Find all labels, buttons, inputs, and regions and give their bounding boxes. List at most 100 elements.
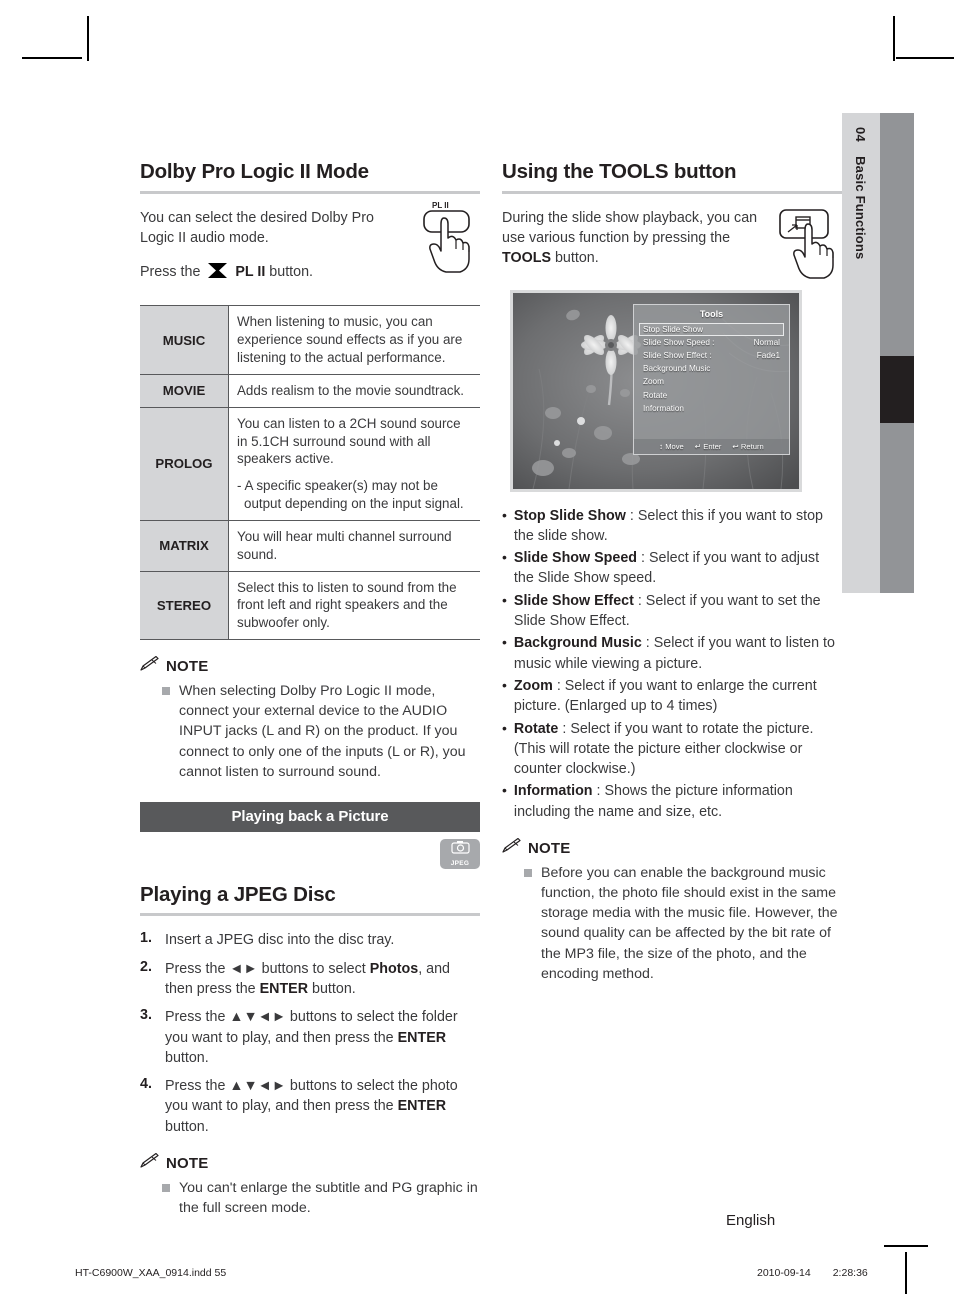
step-text-2: Press the ◄► buttons to select Photos, a… <box>165 960 450 997</box>
mode-name-3: MATRIX <box>140 520 229 572</box>
bullet-desc: : Select if you want to rotate the pictu… <box>513 720 814 778</box>
mode-desc-text-1: Adds realism to the movie soundtrack. <box>237 382 465 398</box>
mode-desc-3: You will hear multi channel surround sou… <box>228 520 480 572</box>
step-text-3: Press the ▲▼◄► buttons to select the fol… <box>165 1009 458 1066</box>
tools-item-label: Information <box>643 403 684 413</box>
return-arrow-icon: ↩ <box>732 441 739 451</box>
bullet-term: Rotate <box>513 720 559 737</box>
enter-key-icon: ↵ <box>694 441 702 451</box>
mode-name-1: MOVIE <box>140 374 229 408</box>
mode-desc-1: Adds realism to the movie soundtrack. <box>228 374 480 408</box>
step-number-4: 4. <box>140 1076 152 1093</box>
list-item: 2. Press the ◄► buttons to select Photos… <box>140 959 480 1000</box>
note-text: You can't enlarge the subtitle and PG gr… <box>179 1180 478 1217</box>
list-item: • Stop Slide Show : Select this if you w… <box>502 506 842 547</box>
tools-menu-item-slide-show-effect[interactable]: Slide Show Effect : Fade1 <box>639 349 784 362</box>
list-item: • Zoom : Select if you want to enlarge t… <box>502 676 842 717</box>
bullet-term: Information <box>513 783 593 800</box>
note-label: NOTE <box>528 839 571 857</box>
dolby-section-heading: Dolby Pro Logic II Mode <box>140 160 369 183</box>
tools-menu-item-slide-show-speed[interactable]: Slide Show Speed : Normal <box>639 336 784 349</box>
tools-item-label: Zoom <box>643 377 664 387</box>
bullet-text: Zoom : Select if you want to enlarge the… <box>514 676 842 717</box>
svg-text:PL II: PL II <box>432 201 449 210</box>
note-bullet-icon <box>162 1184 170 1193</box>
bullet-icon: • <box>502 506 507 523</box>
mode-desc-text-3: You will hear multi channel surround sou… <box>237 528 452 562</box>
bullet-term: Zoom <box>513 677 553 694</box>
list-item: • Rotate : Select if you want to rotate … <box>502 719 842 780</box>
footer-crop-mark-h <box>884 1245 928 1247</box>
tools-item-value: Fade1 <box>756 351 780 361</box>
tools-menu-footer: ↕ Move ↵ Enter ↩ Return <box>634 438 789 454</box>
tools-menu-item-information[interactable]: Information <box>639 402 784 415</box>
note-item: You can't enlarge the subtitle and PG gr… <box>140 1178 480 1218</box>
bullet-text: Information : Shows the picture informat… <box>514 781 842 822</box>
list-item: • Information : Shows the picture inform… <box>502 781 842 822</box>
bullet-text: Slide Show Speed : Select if you want to… <box>514 548 842 589</box>
bullet-text: Slide Show Effect : Select if you want t… <box>514 591 842 632</box>
mode-desc-text-4: Select this to listen to sound from the … <box>237 579 457 631</box>
list-item: • Background Music : Select if you want … <box>502 633 842 674</box>
mode-desc-sub-2: - A specific speaker(s) may not be outpu… <box>237 478 464 512</box>
tools-options-list: • Stop Slide Show : Select this if you w… <box>502 506 842 822</box>
footer-timestamp: 2010-09-14 2:28:36 <box>757 1267 868 1279</box>
note-heading: NOTE <box>140 655 480 676</box>
jpeg-badge-label: JPEG <box>450 860 470 868</box>
bullet-term: Slide Show Effect <box>513 592 634 609</box>
footer-crop-mark-v <box>905 1252 907 1294</box>
bullet-icon: • <box>502 719 507 736</box>
tools-menu-item-rotate[interactable]: Rotate <box>639 389 784 402</box>
mode-name-4: STEREO <box>140 571 229 641</box>
tools-menu-item-zoom[interactable]: Zoom <box>639 375 784 388</box>
note-text: Before you can enable the background mus… <box>541 865 838 982</box>
tools-item-label: Background Music <box>643 364 711 374</box>
bullet-icon: • <box>502 549 507 566</box>
footer-hint-return-label: Return <box>740 441 764 451</box>
tools-menu-item-background-music[interactable]: Background Music <box>639 362 784 375</box>
footer-hint-enter-label: Enter <box>703 441 722 451</box>
dolby-modes-table: MUSIC When listening to music, you can e… <box>140 305 480 641</box>
tools-menu-item-stop-slide-show[interactable]: Stop Slide Show <box>639 322 784 336</box>
tools-osd-menu: Tools Stop Slide Show Slide Show Speed :… <box>633 303 790 455</box>
bullet-icon: • <box>502 591 507 608</box>
list-item: 3. Press the ▲▼◄► buttons to select the … <box>140 1007 480 1068</box>
chapter-title: Basic Functions <box>853 156 869 260</box>
page-language-label: English <box>726 1212 776 1229</box>
pencil-icon <box>140 1152 160 1173</box>
tools-button-press-illustration <box>776 204 842 284</box>
note-label: NOTE <box>166 657 209 675</box>
move-arrows-icon: ↕ <box>659 441 664 451</box>
note-item: Before you can enable the background mus… <box>502 863 842 984</box>
mode-desc-2: You can listen to a 2CH sound source in … <box>228 407 480 521</box>
mode-desc-text-0: When listening to music, you can experie… <box>237 314 463 366</box>
bullet-text: Stop Slide Show : Select this if you wan… <box>514 506 842 547</box>
step-number-1: 1. <box>140 930 152 947</box>
pencil-icon <box>502 837 522 858</box>
tools-item-label: Rotate <box>643 390 668 400</box>
bullet-icon: • <box>502 634 507 651</box>
bullet-icon: • <box>502 676 507 693</box>
footer-hint-move: ↕ Move <box>659 442 684 451</box>
table-row: MOVIE Adds realism to the movie soundtra… <box>140 374 480 408</box>
mode-name-2: PROLOG <box>140 407 229 521</box>
bullet-text: Rotate : Select if you want to rotate th… <box>514 719 842 780</box>
list-item: 4. Press the ▲▼◄► buttons to select the … <box>140 1076 480 1137</box>
step-number-3: 3. <box>140 1007 152 1024</box>
jpeg-heading-rule <box>140 913 480 917</box>
chapter-number: 04 <box>853 127 869 143</box>
slideshow-photo: Tools Stop Slide Show Slide Show Speed :… <box>510 289 802 492</box>
table-row: MATRIX You will hear multi channel surro… <box>140 520 480 572</box>
tools-item-value: Normal <box>753 337 780 347</box>
jpeg-badge-row: JPEG <box>140 838 480 869</box>
right-column: Using the TOOLS button During the slide … <box>502 160 842 987</box>
press-prefix: Press the <box>140 264 201 281</box>
step-text-4: Press the ▲▼◄► buttons to select the pho… <box>165 1078 458 1135</box>
bullet-desc: : Select if you want to enlarge the curr… <box>513 677 817 715</box>
list-item: 1. Insert a JPEG disc into the disc tray… <box>140 930 480 950</box>
footer-time: 2:28:36 <box>832 1267 868 1279</box>
table-row: PROLOG You can listen to a 2CH sound sou… <box>140 407 480 521</box>
mode-desc-0: When listening to music, you can experie… <box>228 305 480 375</box>
tv-screenshot: Tools Stop Slide Show Slide Show Speed :… <box>510 289 802 492</box>
dolby-intro-line1: You can select the desired Dolby Pro <box>140 209 374 226</box>
